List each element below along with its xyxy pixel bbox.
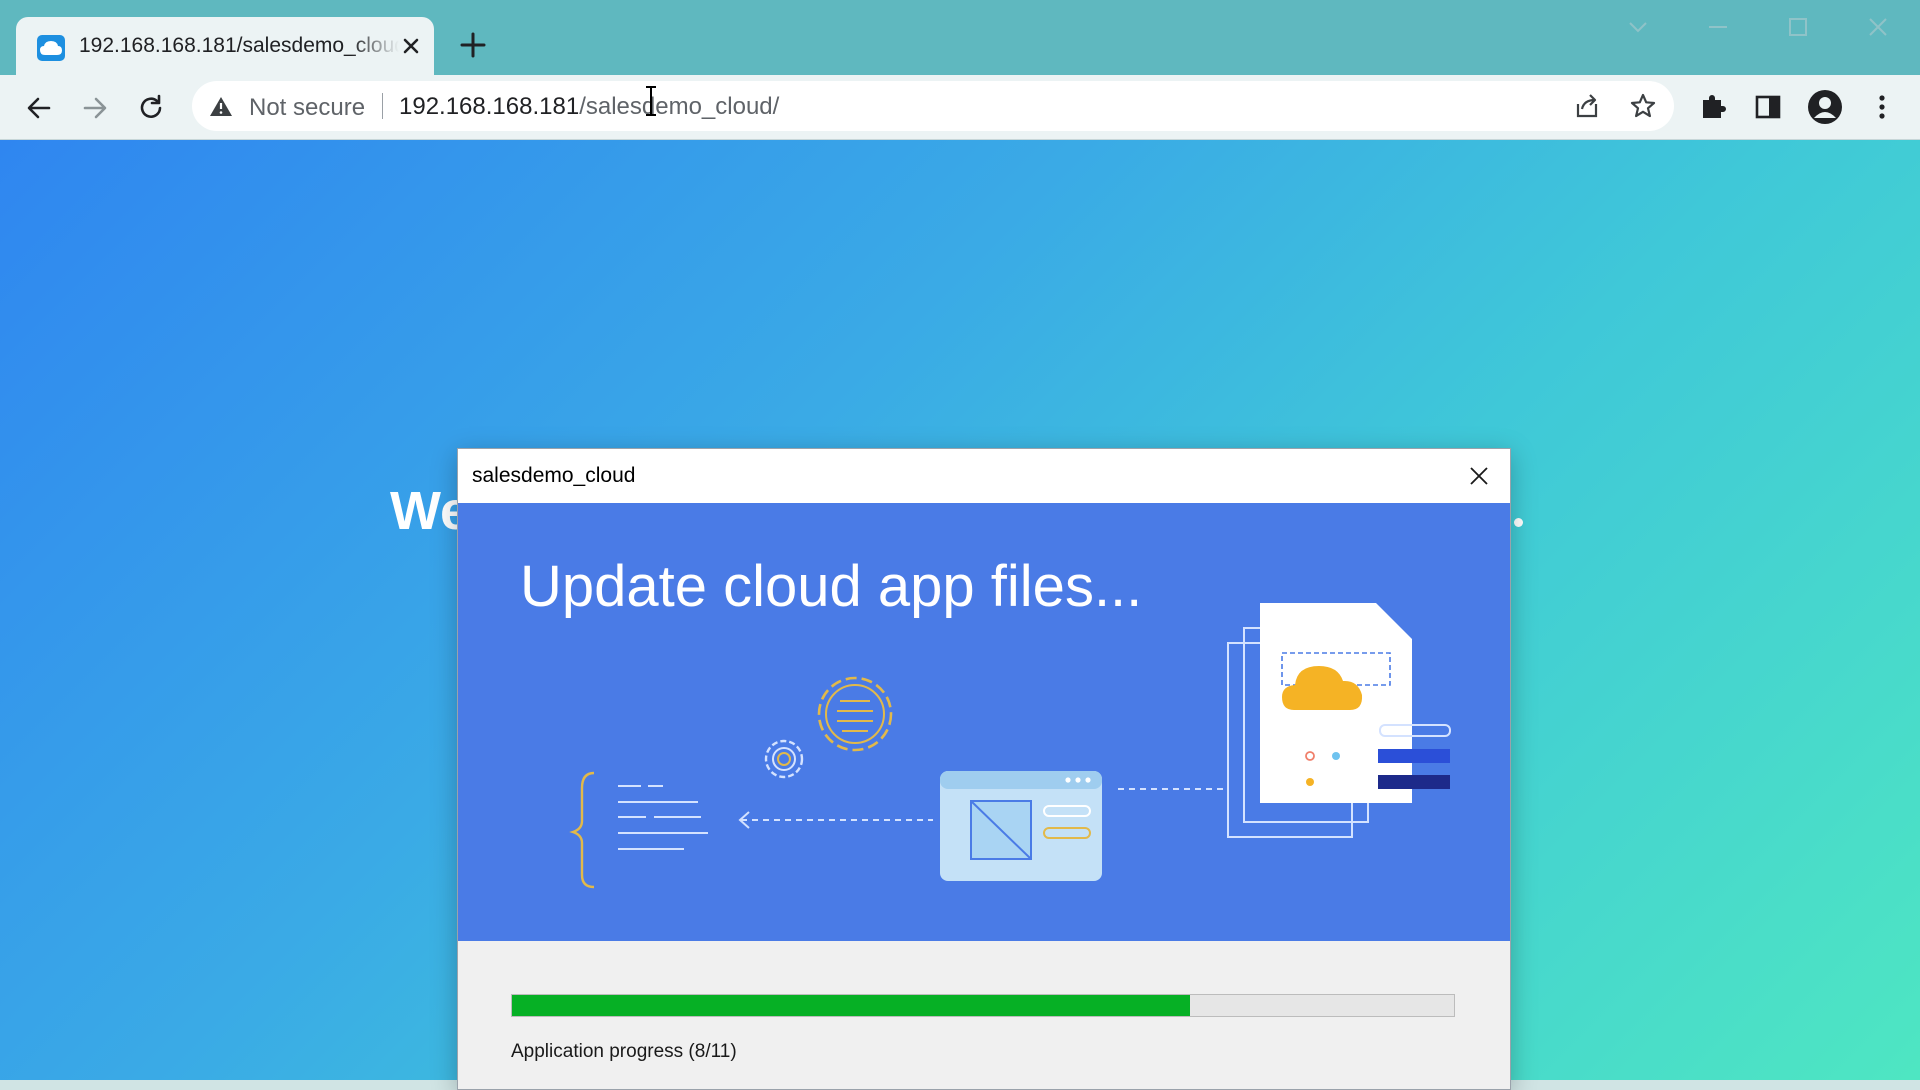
app-window-icon bbox=[940, 771, 1102, 881]
kebab-menu-icon[interactable] bbox=[1866, 91, 1898, 123]
dialog-close-button[interactable] bbox=[1466, 463, 1492, 489]
minimize-icon bbox=[1709, 26, 1727, 28]
update-dialog: salesdemo_cloud Update cloud app files..… bbox=[457, 448, 1511, 1090]
side-panel-icon[interactable] bbox=[1752, 91, 1784, 123]
url-text[interactable]: 192.168.168.181/salesdemo_cloud/ bbox=[399, 93, 779, 121]
cloud-favicon-icon bbox=[37, 35, 65, 61]
minimize-button[interactable] bbox=[1696, 12, 1740, 44]
url-host: 192.168.168.181 bbox=[399, 93, 580, 120]
progress-bar bbox=[511, 994, 1455, 1017]
progress-bar-fill bbox=[512, 995, 1191, 1016]
cloud-update-illustration bbox=[569, 603, 1451, 889]
gear-icon bbox=[764, 676, 893, 779]
plus-icon bbox=[460, 32, 486, 58]
close-icon bbox=[1869, 18, 1887, 36]
reload-icon bbox=[140, 94, 162, 118]
dialog-title: salesdemo_cloud bbox=[472, 464, 636, 487]
cloud-document-icon bbox=[1227, 603, 1451, 838]
maximize-icon bbox=[1789, 18, 1807, 36]
browser-tab[interactable]: 192.168.168.181/salesdemo_cloud bbox=[16, 17, 434, 75]
back-arrow-icon bbox=[27, 97, 51, 119]
omnibox-separator bbox=[382, 93, 383, 119]
maximize-button[interactable] bbox=[1776, 12, 1820, 44]
dialog-title-bar[interactable]: salesdemo_cloud bbox=[458, 449, 1510, 503]
welcome-heading-dot bbox=[1514, 518, 1523, 527]
progress-label: Application progress (8/11) bbox=[511, 1041, 737, 1062]
tab-title: 192.168.168.181/salesdemo_cloud bbox=[79, 34, 399, 57]
security-status-label[interactable]: Not secure bbox=[249, 94, 365, 122]
browser-toolbar: Not secure 192.168.168.181/salesdemo_clo… bbox=[0, 75, 1920, 140]
tab-search-button[interactable] bbox=[1616, 12, 1660, 44]
tab-search-icon bbox=[1629, 22, 1647, 33]
close-icon bbox=[1470, 467, 1488, 485]
forward-arrow-icon bbox=[83, 97, 107, 119]
tab-close-icon[interactable] bbox=[398, 33, 424, 59]
reload-button[interactable] bbox=[134, 91, 168, 125]
browser-title-bar: 192.168.168.181/salesdemo_cloud bbox=[0, 0, 1920, 75]
url-path: /salesdemo_cloud/ bbox=[579, 93, 780, 120]
text-cursor-icon bbox=[646, 86, 656, 116]
warning-icon[interactable] bbox=[209, 95, 233, 122]
new-tab-button[interactable] bbox=[458, 30, 488, 60]
share-icon[interactable] bbox=[1573, 92, 1601, 120]
forward-button[interactable] bbox=[78, 91, 112, 125]
puzzle-icon[interactable] bbox=[1697, 91, 1729, 123]
star-icon[interactable] bbox=[1629, 92, 1657, 120]
dialog-banner: Update cloud app files... bbox=[458, 503, 1510, 941]
back-button[interactable] bbox=[22, 91, 56, 125]
code-braces-icon bbox=[569, 771, 708, 889]
window-close-button[interactable] bbox=[1856, 12, 1900, 44]
address-bar[interactable]: Not secure 192.168.168.181/salesdemo_clo… bbox=[192, 81, 1674, 131]
profile-avatar-icon[interactable] bbox=[1807, 89, 1843, 125]
